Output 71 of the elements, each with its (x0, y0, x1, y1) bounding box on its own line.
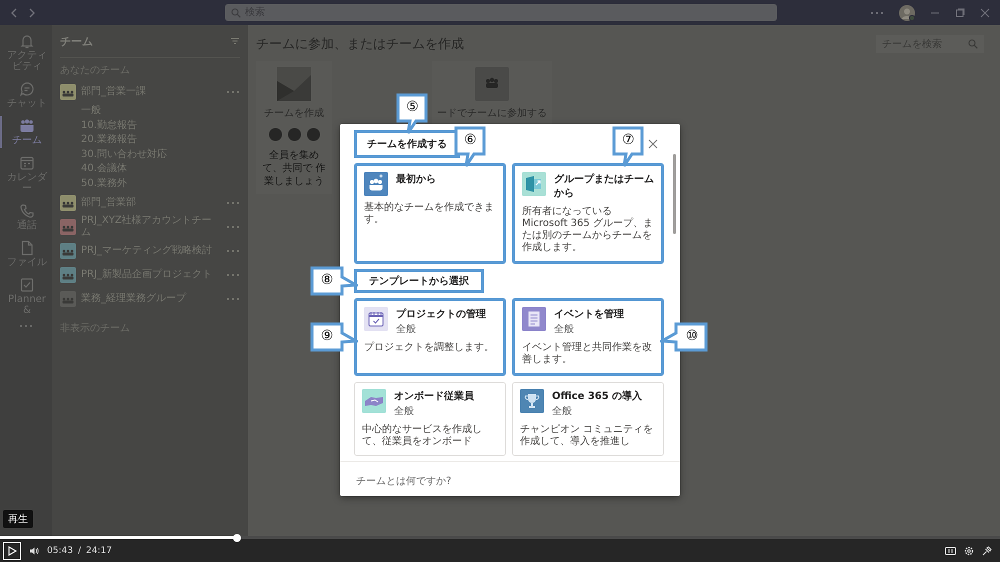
search-icon (968, 39, 978, 49)
card-subtitle: 全般 (554, 323, 575, 336)
card-title: 最初から (396, 172, 436, 186)
more-icon[interactable] (226, 296, 240, 302)
avatar-icon (288, 128, 300, 141)
chat-icon (19, 81, 35, 97)
option-card[interactable]: Office 365 の導入 全般 チャンピオン コミュニティを作成して、導入を推進し (512, 382, 664, 456)
card-subtitle: 全般 (552, 405, 573, 418)
avatar-icon (306, 128, 320, 141)
callout-label: ⑧ (310, 266, 358, 296)
more-icon[interactable] (226, 272, 240, 278)
card-title: イベントを管理 (554, 308, 624, 321)
search-icon (231, 8, 241, 18)
card-title: グループまたはチームから (554, 172, 654, 200)
tooltip: 再生 (3, 510, 33, 528)
option-card[interactable]: グループまたはチームから 所有者になっている Microsoft 365 グループ、または別のチームからチームを作成します。 (512, 163, 664, 264)
option-card[interactable]: イベントを管理 全般 イベント管理と共同作業を改善します。 (512, 298, 664, 376)
calendar-icon (19, 155, 35, 171)
card-description: プロジェクトを調整します。 (364, 342, 495, 354)
play-button[interactable] (3, 542, 21, 560)
close-icon[interactable] (980, 8, 990, 18)
card-description: 所有者になっている Microsoft 365 グループ、または別のチームからチームを作成します。 (522, 206, 654, 254)
checklist-icon (19, 277, 35, 293)
people-icon (19, 118, 35, 134)
restore-icon[interactable] (955, 8, 965, 18)
option-card[interactable]: 最初から 基本的なチームを作成できます。 (354, 163, 506, 264)
more-icon[interactable] (226, 248, 240, 254)
back-icon[interactable] (10, 8, 18, 18)
callout-label: ⑩ (660, 322, 708, 352)
avatar-icon (268, 128, 282, 141)
forward-icon[interactable] (28, 8, 36, 18)
time-separator: / (78, 546, 81, 556)
more-icon[interactable] (19, 323, 33, 329)
scrollbar[interactable] (673, 154, 676, 234)
panel-title: チーム (60, 34, 93, 48)
option-card[interactable]: プロジェクトの管理 全般 プロジェクトを調整します。 (354, 298, 506, 376)
bell-icon (19, 33, 35, 49)
callout-label: ⑦ (612, 126, 644, 168)
more-icon[interactable] (226, 224, 240, 230)
progress-bar[interactable] (0, 536, 1000, 539)
option-card[interactable]: オンボード従業員 全般 中心的なサービスを作成して、従業員をオンボード (354, 382, 506, 456)
phone-icon (19, 203, 35, 219)
current-time: 05:43 (47, 546, 73, 556)
more-icon[interactable] (226, 200, 240, 206)
pin-icon[interactable] (982, 546, 992, 556)
card-description: イベント管理と共同作業を改善します。 (522, 342, 653, 366)
card-title: Office 365 の導入 (552, 389, 642, 403)
settings-icon[interactable] (964, 546, 974, 556)
captions-icon[interactable] (945, 546, 956, 554)
callout-label: ⑨ (310, 322, 358, 352)
more-icon[interactable] (226, 89, 240, 95)
people-icon (475, 67, 509, 101)
card-subtitle: 全般 (394, 405, 415, 418)
file-icon (19, 240, 35, 256)
close-icon[interactable] (648, 139, 658, 149)
card-description: 基本的なチームを作成できます。 (364, 202, 495, 226)
help-link[interactable]: チームとは何ですか? (356, 476, 452, 487)
card-description: 中心的なサービスを作成して、従業員をオンボード (362, 424, 483, 448)
card-title: プロジェクトの管理 (396, 307, 486, 321)
card-title: オンボード従業員 (394, 390, 474, 403)
callout-label: ⑥ (454, 126, 486, 168)
duration: 24:17 (86, 546, 112, 556)
card-subtitle: 全般 (396, 323, 417, 336)
avatar-icon[interactable] (899, 4, 915, 20)
section-heading: テンプレートから選択 (354, 269, 484, 293)
volume-icon[interactable] (29, 546, 39, 556)
more-icon[interactable] (870, 10, 884, 16)
play-icon (7, 546, 17, 556)
callout-label: ⑤ (396, 93, 428, 135)
card-description: チャンピオン コミュニティを作成して、導入を推進し (520, 424, 654, 448)
filter-icon[interactable] (230, 37, 240, 45)
